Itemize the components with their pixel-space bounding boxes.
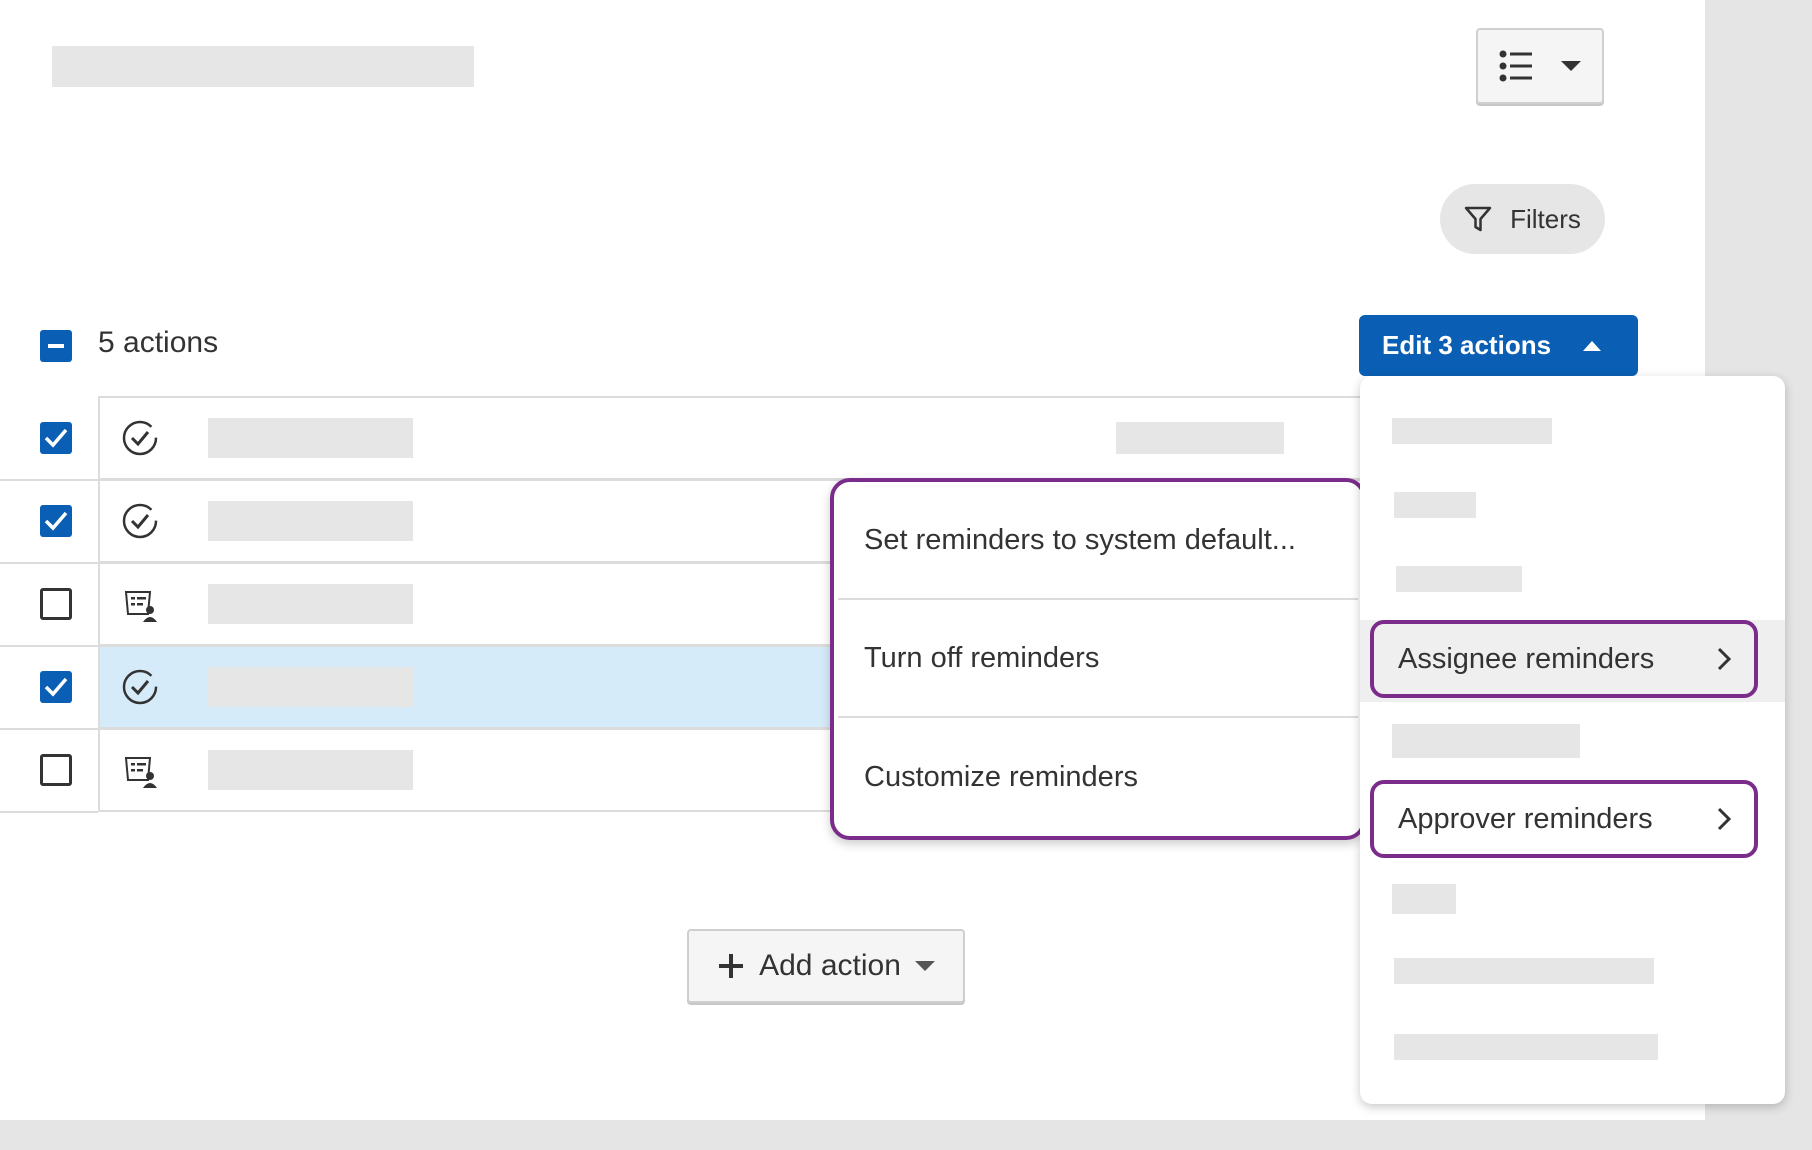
list-view-icon	[1499, 50, 1532, 82]
row-checkbox[interactable]	[40, 422, 72, 454]
filters-label: Filters	[1510, 203, 1581, 234]
menu-item-assignee-reminders[interactable]: Assignee reminders	[1370, 620, 1758, 698]
select-all-checkbox[interactable]	[40, 330, 72, 362]
edit-actions-button[interactable]: Edit 3 actions	[1359, 315, 1638, 376]
row-title-placeholder	[208, 584, 413, 624]
assignee-reminders-label: Assignee reminders	[1398, 642, 1655, 675]
chevron-down-icon	[1561, 61, 1581, 71]
menu-item-placeholder[interactable]	[1394, 492, 1476, 518]
row-title-placeholder	[208, 667, 413, 707]
view-toggle-button[interactable]	[1476, 28, 1604, 104]
page-title-placeholder	[52, 46, 474, 87]
menu-item-system-default[interactable]: Set reminders to system default...	[838, 482, 1358, 600]
table-row[interactable]	[0, 396, 1400, 481]
edit-actions-label: Edit 3 actions	[1382, 330, 1552, 360]
menu-item-placeholder[interactable]	[1392, 884, 1456, 914]
menu-item-approver-reminders[interactable]: Approver reminders	[1370, 780, 1758, 858]
menu-item-placeholder[interactable]	[1394, 958, 1654, 984]
plus-icon	[719, 954, 744, 978]
menu-item-placeholder[interactable]	[1394, 1034, 1658, 1060]
add-action-button[interactable]: Add action	[687, 929, 965, 1003]
chevron-up-icon	[1583, 340, 1602, 351]
approval-check-icon	[122, 503, 158, 539]
menu-item-placeholder[interactable]	[1392, 724, 1580, 758]
filters-button[interactable]: Filters	[1440, 184, 1605, 254]
chevron-right-icon	[1717, 807, 1732, 831]
chevron-down-icon	[914, 961, 935, 971]
actions-count: 5 actions	[98, 326, 219, 359]
row-title-placeholder	[208, 501, 413, 541]
row-checkbox[interactable]	[40, 588, 72, 620]
edit-actions-dropdown: Assignee reminders Approver reminders	[1360, 376, 1785, 1104]
row-title-placeholder	[208, 750, 413, 790]
menu-item-customize-reminders[interactable]: Customize reminders	[838, 718, 1358, 836]
row-checkbox[interactable]	[40, 505, 72, 537]
approval-check-icon	[122, 669, 158, 705]
row-meta-placeholder	[1116, 422, 1284, 454]
row-title-placeholder	[208, 418, 413, 458]
chevron-right-icon	[1717, 647, 1732, 671]
menu-item-turn-off-reminders[interactable]: Turn off reminders	[838, 600, 1358, 718]
menu-item-placeholder[interactable]	[1396, 566, 1522, 592]
form-task-icon	[124, 591, 157, 622]
row-checkbox[interactable]	[40, 754, 72, 786]
approval-check-icon	[122, 420, 158, 456]
add-action-label: Add action	[759, 949, 901, 982]
form-task-icon	[124, 757, 157, 788]
reminders-submenu: Set reminders to system default... Turn …	[830, 478, 1366, 840]
row-checkbox[interactable]	[40, 671, 72, 703]
approver-reminders-label: Approver reminders	[1398, 802, 1653, 835]
menu-item-placeholder[interactable]	[1392, 418, 1552, 444]
filter-icon	[1464, 206, 1492, 232]
